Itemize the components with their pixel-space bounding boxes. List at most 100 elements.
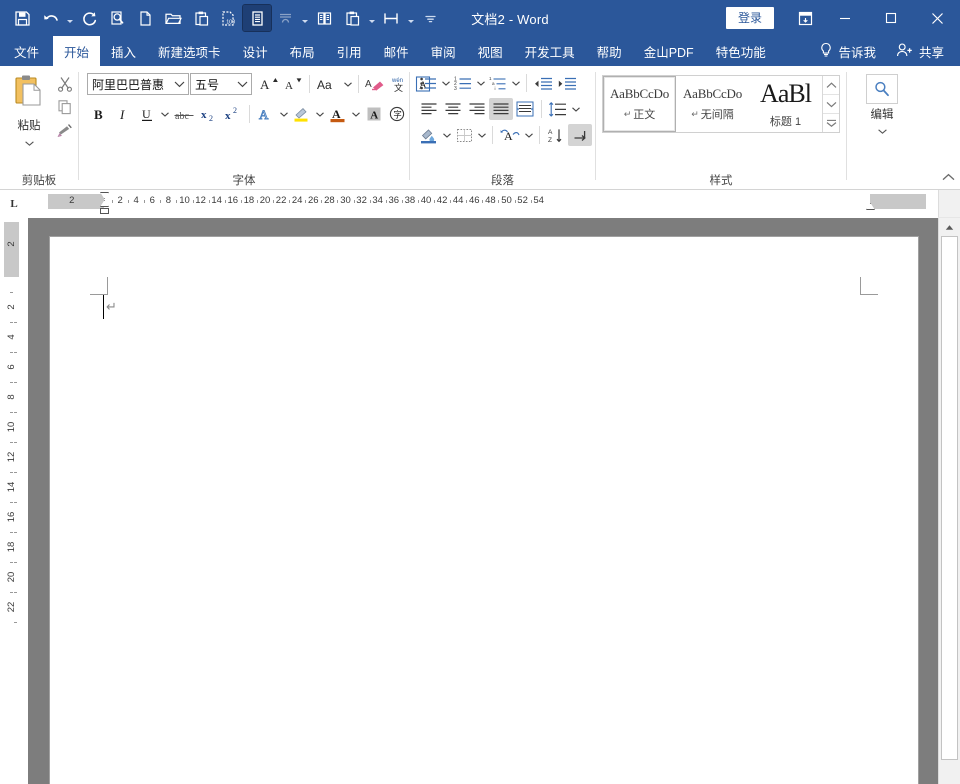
superscript-icon[interactable]: x2 [221, 103, 245, 125]
text-effects-icon[interactable]: A [254, 103, 278, 125]
tab-review[interactable]: 审阅 [420, 36, 467, 66]
phonetic-guide-icon[interactable]: wén 文 [387, 73, 411, 95]
tab-home[interactable]: 开始 [53, 36, 101, 66]
document-canvas[interactable]: ↵ [28, 218, 938, 784]
tab-insert[interactable]: 插入 [100, 36, 147, 66]
justify-icon[interactable] [489, 98, 513, 120]
tab-file[interactable]: 文件 [0, 36, 53, 66]
editing-button[interactable]: 编辑 [854, 74, 910, 137]
read-mode-icon[interactable] [242, 4, 272, 32]
collapse-ribbon-icon[interactable] [940, 169, 956, 185]
bold-icon[interactable]: B [87, 103, 111, 125]
scroll-up-button[interactable] [939, 218, 960, 236]
multilevel-list-icon[interactable]: 1ai [487, 72, 510, 94]
subscript-icon[interactable]: x2 [197, 103, 221, 125]
header-footer-icon[interactable] [271, 5, 299, 31]
numbering-icon[interactable]: 123 [452, 72, 475, 94]
borders-dropdown-icon[interactable] [476, 124, 488, 146]
text-effects-dropdown-icon[interactable] [278, 103, 290, 125]
open-folder-icon[interactable] [159, 5, 187, 31]
sign-in-button[interactable]: 登录 [725, 7, 774, 29]
style-item-no-spacing[interactable]: AaBbCcDo ↵ 无间隔 [676, 76, 749, 132]
vertical-scrollbar[interactable] [938, 218, 960, 784]
editing-dropdown-icon[interactable] [877, 123, 887, 137]
save-icon[interactable] [8, 5, 36, 31]
styles-more-icon[interactable] [823, 114, 839, 132]
scroll-track[interactable] [939, 236, 960, 784]
italic-icon[interactable]: I [111, 103, 135, 125]
distribute-icon[interactable] [513, 98, 537, 120]
paste-special-icon[interactable] [338, 5, 366, 31]
minimize-button[interactable] [822, 0, 868, 36]
copy-icon[interactable] [54, 97, 76, 117]
new-document-icon[interactable] [131, 5, 159, 31]
multilevel-dropdown-icon[interactable] [510, 72, 522, 94]
redo-icon[interactable] [75, 5, 103, 31]
vertical-ruler[interactable]: 2 2 4 6 8 10 12 14 16 18 20 22 [0, 218, 28, 784]
tab-help[interactable]: 帮助 [586, 36, 633, 66]
tab-view[interactable]: 视图 [467, 36, 514, 66]
increase-indent-icon[interactable] [555, 72, 579, 94]
align-left-icon[interactable] [417, 98, 441, 120]
highlight-dropdown-icon[interactable] [314, 103, 326, 125]
undo-icon[interactable] [36, 5, 64, 31]
shrink-font-icon[interactable]: A [281, 73, 305, 95]
left-indent-marker[interactable] [100, 208, 109, 214]
paste-icon[interactable] [187, 5, 215, 31]
font-size-input[interactable]: 五号 [190, 73, 252, 95]
underline-dropdown-icon[interactable] [159, 103, 171, 125]
line-spacing-icon[interactable] [546, 98, 570, 120]
bullets-dropdown-icon[interactable] [440, 72, 452, 94]
shading-icon[interactable] [417, 124, 441, 146]
tell-me-button[interactable]: 告诉我 [811, 42, 884, 61]
strikethrough-icon[interactable]: abc [171, 103, 197, 125]
font-size-dropdown-icon[interactable] [233, 81, 251, 88]
tab-references[interactable]: 引用 [326, 36, 373, 66]
print-preview-icon[interactable] [103, 5, 131, 31]
tab-stop-selector[interactable]: L [0, 190, 28, 218]
two-page-icon[interactable] [310, 5, 338, 31]
sort-icon[interactable]: AZ [544, 124, 568, 146]
tab-kingsoft-pdf[interactable]: 金山PDF [633, 36, 705, 66]
share-button[interactable]: 共享 [888, 42, 952, 61]
bullets-icon[interactable] [417, 72, 440, 94]
underline-icon[interactable]: U [135, 103, 159, 125]
font-name-input[interactable]: 阿里巴巴普惠 [87, 73, 189, 95]
maximize-button[interactable] [868, 0, 914, 36]
numbering-dropdown-icon[interactable] [475, 72, 487, 94]
style-item-normal[interactable]: AaBbCcDo ↵ 正文 [603, 76, 676, 132]
show-formatting-marks-icon[interactable] [568, 124, 592, 146]
clear-formatting-icon[interactable]: A [363, 73, 387, 95]
decrease-indent-icon[interactable] [531, 72, 555, 94]
font-color-icon[interactable]: A [326, 103, 350, 125]
asian-layout-icon[interactable]: A [497, 124, 523, 146]
change-case-icon[interactable]: Aa [314, 73, 342, 95]
asian-layout-dropdown-icon[interactable] [523, 124, 535, 146]
font-name-dropdown-icon[interactable] [170, 81, 188, 88]
borders-icon[interactable] [453, 124, 476, 146]
tab-design[interactable]: 设计 [232, 36, 279, 66]
format-painter-icon[interactable] [54, 120, 76, 140]
shading-dropdown-icon[interactable] [441, 124, 453, 146]
ribbon-display-options-icon[interactable] [788, 0, 822, 36]
close-button[interactable] [914, 0, 960, 36]
horizontal-ruler[interactable]: 2 2 4 6 8 10 12 14 16 18 20 22 24 26 28 30 32 34 36 38 40 42 4… [28, 190, 938, 218]
align-right-icon[interactable] [465, 98, 489, 120]
change-case-dropdown-icon[interactable] [342, 73, 354, 95]
character-shading-icon[interactable]: A [362, 103, 385, 125]
paste-button[interactable]: 粘贴 [6, 71, 52, 149]
enclose-character-icon[interactable]: 字 [385, 103, 408, 125]
font-color-dropdown-icon[interactable] [350, 103, 362, 125]
styles-scroll-up-icon[interactable] [823, 76, 839, 95]
undo-dropdown-icon[interactable] [64, 5, 75, 31]
grow-font-icon[interactable]: A [257, 73, 281, 95]
line-spacing-dropdown-icon[interactable] [570, 98, 582, 120]
scroll-thumb[interactable] [941, 236, 958, 760]
paste-dropdown-icon[interactable] [24, 135, 34, 149]
cut-icon[interactable] [54, 74, 76, 94]
tab-mailings[interactable]: 邮件 [373, 36, 420, 66]
ruler-icon[interactable] [377, 5, 405, 31]
tab-developer[interactable]: 开发工具 [514, 36, 586, 66]
highlight-color-icon[interactable] [290, 103, 314, 125]
styles-scroll-down-icon[interactable] [823, 95, 839, 114]
